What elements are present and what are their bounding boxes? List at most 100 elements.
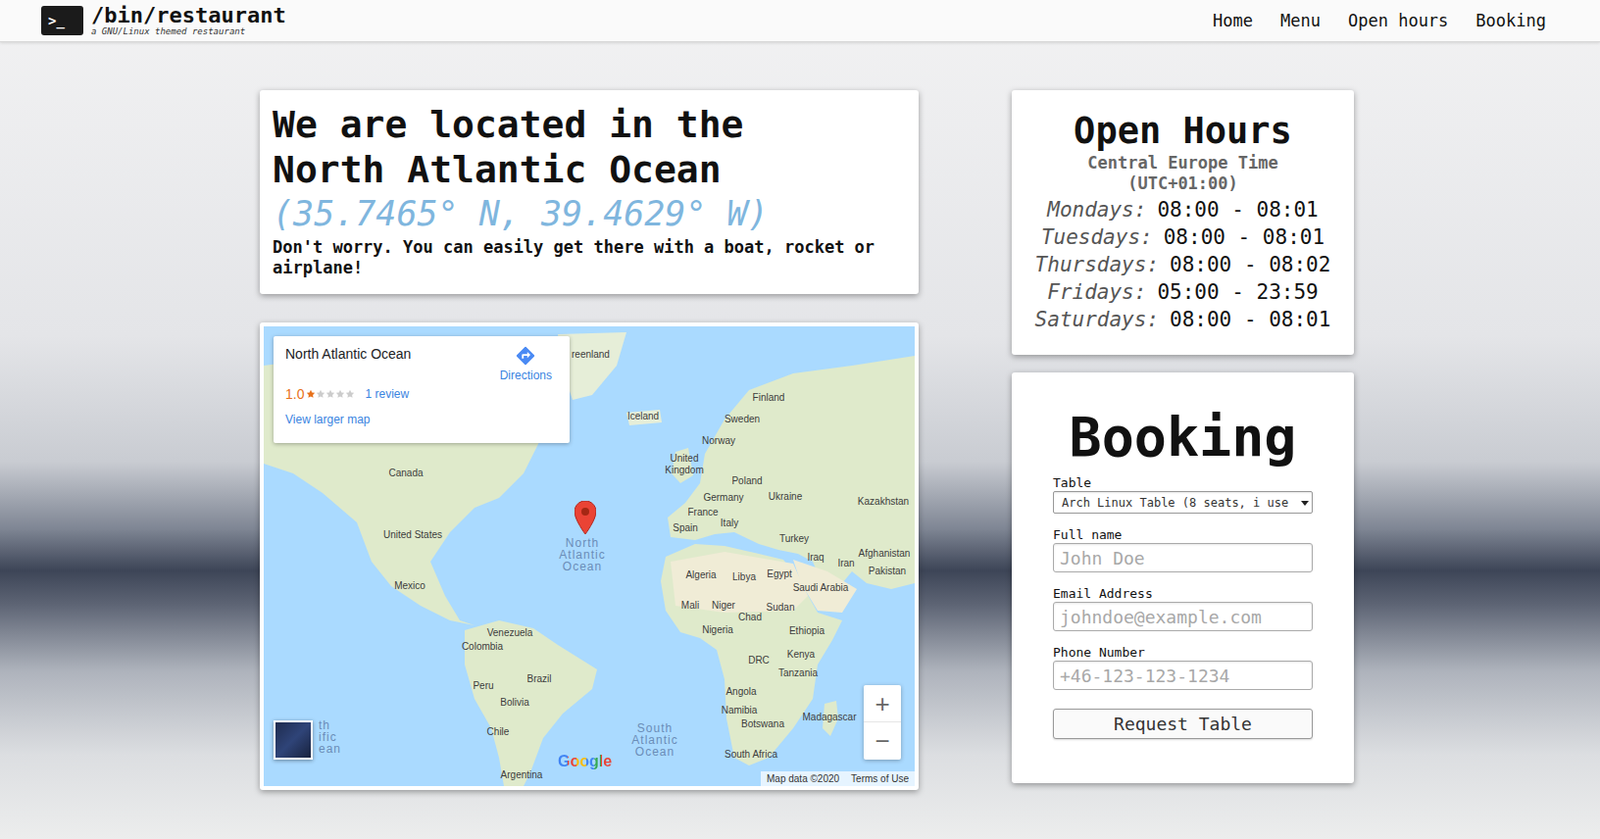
hours-time: 08:00 - 08:01 bbox=[1156, 196, 1318, 224]
country-label: Saudi Arabia bbox=[793, 582, 850, 595]
place-card-header: North Atlantic Ocean Directions bbox=[285, 345, 558, 384]
text-input[interactable] bbox=[1052, 660, 1313, 691]
zoom-in-button[interactable]: + bbox=[863, 685, 901, 723]
hours-time: 08:00 - 08:01 bbox=[1163, 223, 1325, 251]
attribution: Map data ©2020 Terms of Use bbox=[760, 771, 915, 787]
country-label: South Africa bbox=[724, 749, 778, 761]
zoom-out-button[interactable]: − bbox=[863, 722, 901, 760]
location-note: Don't worry. You can easily get there wi… bbox=[272, 237, 906, 279]
text-input[interactable] bbox=[1052, 601, 1313, 632]
map-pin-icon[interactable] bbox=[574, 500, 597, 535]
country-label: Ukraine bbox=[768, 491, 802, 503]
nav-link[interactable]: Open hours bbox=[1348, 10, 1449, 31]
text-input[interactable] bbox=[1052, 543, 1313, 573]
country-label: Norway bbox=[701, 435, 736, 448]
reviews-link[interactable]: 1 review bbox=[364, 386, 409, 402]
country-label: Italy bbox=[720, 517, 739, 530]
top-bar: >_ /bin/restaurant a GNU/Linux themed re… bbox=[0, 0, 1600, 43]
site-title: /bin/restaurant bbox=[91, 4, 287, 27]
booking-form: Table Arch Linux Table (8 seats, i use Ful… bbox=[1052, 474, 1313, 740]
country-label: United Kingdom bbox=[664, 452, 703, 477]
country-label: Madagascar bbox=[801, 711, 856, 724]
country-label: Spain bbox=[672, 522, 699, 535]
booking-title: Booking bbox=[1011, 405, 1354, 469]
brand-text: /bin/restaurant a GNU/Linux themed resta… bbox=[91, 4, 287, 38]
left-column: We are located in the North Atlantic Oce… bbox=[259, 90, 919, 791]
field-label: Phone Number bbox=[1052, 644, 1313, 661]
terms-link[interactable]: Terms of Use bbox=[850, 773, 909, 786]
map[interactable]: reenlandIcelandFinlandSwedenNorwayUnited… bbox=[263, 326, 915, 787]
brand[interactable]: >_ /bin/restaurant a GNU/Linux themed re… bbox=[41, 4, 287, 38]
larger-map-link[interactable]: View larger map bbox=[285, 411, 558, 428]
title-line: North Atlantic Ocean bbox=[272, 147, 906, 193]
country-label: Algeria bbox=[685, 569, 716, 582]
country-label: Angola bbox=[725, 686, 756, 699]
country-label: France bbox=[687, 506, 718, 519]
place-card: North Atlantic Ocean Directions 1.0 1 re… bbox=[273, 336, 570, 444]
country-label: Argentina bbox=[500, 769, 544, 782]
timezone-line: (UTC+01:00) bbox=[1087, 173, 1278, 195]
country-label: Kenya bbox=[787, 649, 815, 661]
hours-time: 08:00 - 08:02 bbox=[1169, 250, 1331, 279]
form-field: Table Arch Linux Table (8 seats, i use bbox=[1052, 474, 1313, 514]
country-label: Germany bbox=[702, 492, 744, 504]
ocean-label: North Atlantic Ocean bbox=[558, 537, 605, 573]
country-label: Pakistan bbox=[868, 565, 906, 578]
coordinates: (35.7465° N, 39.4629° W) bbox=[272, 192, 906, 236]
logo-glyph: >_ bbox=[48, 13, 65, 28]
field-label: Email Address bbox=[1052, 585, 1313, 602]
country-label: Iran bbox=[837, 557, 854, 570]
hours-time: 08:00 - 08:01 bbox=[1169, 305, 1331, 334]
ocean-label: th ific ean bbox=[318, 719, 342, 755]
form-field: Full name bbox=[1052, 526, 1313, 573]
nav-link[interactable]: Menu bbox=[1280, 10, 1321, 31]
google-logo: Google bbox=[557, 752, 612, 771]
request-button[interactable]: Request Table bbox=[1052, 708, 1313, 740]
country-label: Mali bbox=[681, 600, 700, 612]
star-icon bbox=[305, 389, 316, 400]
country-label: United States bbox=[383, 529, 443, 542]
select-value: Arch Linux Table (8 seats, i use bbox=[1061, 495, 1300, 511]
country-label: Iceland bbox=[627, 410, 659, 423]
star-icon bbox=[325, 389, 336, 400]
country-label: Chad bbox=[738, 611, 762, 624]
ocean-label: South Atlantic Ocean bbox=[631, 722, 678, 758]
hours-card: Open Hours Central Europe Time (UTC+01:0… bbox=[1011, 90, 1354, 355]
booking-card: Booking Table Arch Linux Table (8 seats, … bbox=[1011, 372, 1354, 784]
country-label: Namibia bbox=[721, 704, 758, 717]
country-label: Brazil bbox=[526, 673, 551, 686]
hours-row: Saturdays: 08:00 - 08:01 bbox=[1035, 305, 1332, 334]
country-label: reenland bbox=[571, 349, 610, 361]
field-label: Table bbox=[1052, 474, 1313, 492]
timezone: Central Europe Time (UTC+01:00) bbox=[1087, 152, 1278, 195]
country-label: Tanzania bbox=[778, 667, 818, 680]
form-field: Email Address bbox=[1052, 585, 1313, 632]
hours-list: Mondays:08:00 - 08:01Tuesdays:08:00 - 08… bbox=[1035, 196, 1332, 334]
star-icon bbox=[315, 389, 326, 400]
directions-button[interactable]: Directions bbox=[500, 345, 552, 384]
country-label: Botswana bbox=[741, 718, 785, 731]
country-label: Poland bbox=[731, 475, 762, 488]
country-label: Finland bbox=[752, 392, 786, 404]
country-label: Niger bbox=[711, 600, 736, 612]
table-select[interactable]: Arch Linux Table (8 seats, i use bbox=[1052, 491, 1313, 514]
nav-link[interactable]: Home bbox=[1212, 10, 1253, 31]
nav-links: Home Menu Open hours Booking bbox=[1212, 10, 1547, 31]
country-label: Sudan bbox=[766, 601, 796, 614]
booking-fields: Table Arch Linux Table (8 seats, i use Ful… bbox=[1052, 474, 1313, 703]
country-label: Canada bbox=[388, 467, 423, 480]
satellite-toggle[interactable] bbox=[273, 720, 313, 760]
nav-link[interactable]: Booking bbox=[1475, 10, 1547, 31]
country-label: Venezuela bbox=[487, 627, 534, 640]
country-label: Peru bbox=[472, 680, 494, 693]
hours-time: 05:00 - 23:59 bbox=[1156, 278, 1318, 306]
hours-day: Saturdays: bbox=[1035, 305, 1159, 334]
star-icon bbox=[335, 389, 346, 400]
hours-day: Mondays: bbox=[1047, 196, 1147, 224]
timezone-line: Central Europe Time bbox=[1087, 152, 1278, 174]
map-card: reenlandIcelandFinlandSwedenNorwayUnited… bbox=[259, 322, 919, 791]
hours-row: Thursdays:08:00 - 08:02 bbox=[1035, 250, 1332, 279]
hours-row: Mondays: 08:00 - 08:01 bbox=[1047, 196, 1319, 224]
site-subtitle: a GNU/Linux themed restaurant bbox=[91, 26, 287, 38]
place-title: North Atlantic Ocean bbox=[285, 345, 411, 384]
